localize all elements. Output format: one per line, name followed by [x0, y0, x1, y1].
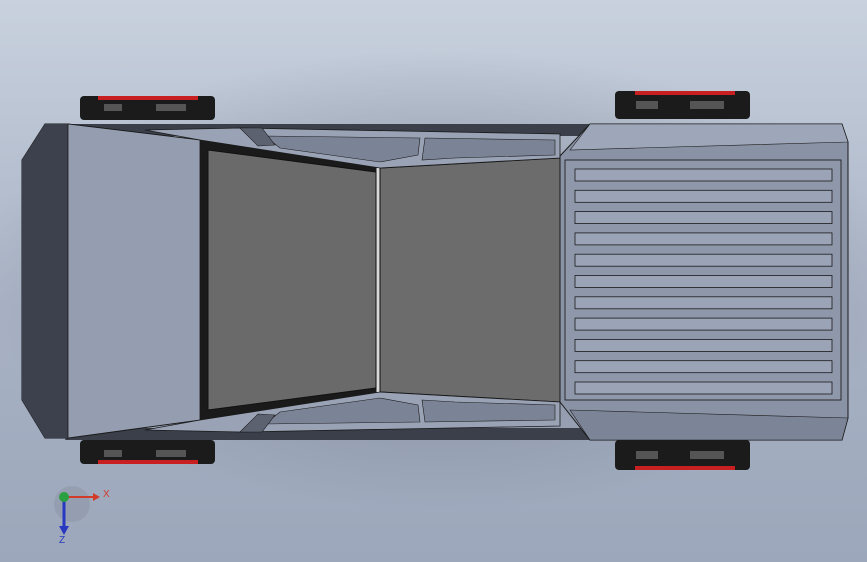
triad-z-arrow: [59, 526, 69, 535]
bed-slat: [574, 381, 833, 395]
triad-x-label: X: [103, 489, 110, 500]
bed-slat: [574, 338, 833, 352]
bed-slat: [574, 232, 833, 246]
cad-viewport[interactable]: X Z: [0, 0, 867, 562]
bed-slat: [574, 360, 833, 374]
bed-slat: [574, 317, 833, 331]
wheel-rear-left[interactable]: [615, 91, 750, 119]
triad-z-label: Z: [59, 535, 65, 546]
cabin-rear-panel[interactable]: [379, 157, 561, 403]
wheel-front-left[interactable]: [80, 96, 215, 120]
bed-slat: [574, 296, 833, 310]
bed-slat: [574, 275, 833, 288]
bed-slat: [574, 211, 833, 225]
wheel-front-right[interactable]: [80, 440, 215, 464]
model-canvas[interactable]: X Z: [0, 0, 867, 562]
wheel-rear-right[interactable]: [615, 440, 750, 470]
cabin-front-panel[interactable]: [207, 149, 377, 411]
front-bumper-edge: [22, 124, 68, 438]
triad-shadow: [54, 486, 90, 522]
hood-top-face: [67, 123, 201, 439]
bed-slat: [574, 168, 833, 182]
bed-slat: [574, 253, 833, 267]
coordinate-triad: X Z: [54, 486, 110, 546]
triad-y-axis-dot: [59, 492, 69, 502]
bed-slat: [574, 189, 833, 203]
triad-x-arrow: [93, 493, 100, 501]
